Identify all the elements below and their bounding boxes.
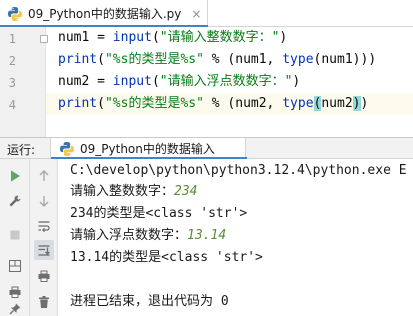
code-token: ( xyxy=(151,74,160,89)
code-token: % (num1, xyxy=(203,52,283,67)
code-token: type xyxy=(282,52,314,67)
code-token: num1 = xyxy=(58,30,113,45)
code-token: % (num2, xyxy=(203,96,283,111)
wrench-icon[interactable] xyxy=(6,192,24,210)
code-token: num2 xyxy=(321,96,353,111)
user-input-text: 234 xyxy=(174,184,198,199)
console-line-prompt: 请输入整数数字：234 xyxy=(70,182,198,202)
matched-brace: ) xyxy=(352,96,361,111)
code-token: print xyxy=(58,52,98,67)
console-line-interpreter-path: C:\develop\python\python3.12.4\python.ex… xyxy=(70,163,407,178)
code-line: num2 = input("请输入浮点数数字：") xyxy=(58,71,300,93)
trash-icon[interactable] xyxy=(35,293,53,311)
code-token: ) xyxy=(292,74,301,89)
run-tab-label: 09_Python中的数据输入 xyxy=(80,142,215,156)
code-token: ( xyxy=(97,96,105,111)
console-output[interactable]: C:\develop\python\python3.12.4\python.ex… xyxy=(58,159,413,316)
fold-marker-icon[interactable] xyxy=(40,35,48,43)
editor-tab-bar: 09_Python中的数据输入.py × xyxy=(0,0,413,28)
line-number: 4 xyxy=(8,98,16,112)
soft-wrap-icon[interactable] xyxy=(35,217,53,235)
prompt-text: 请输入整数数字： xyxy=(70,184,175,199)
console-line-output: 13.14的类型是<class 'str'> xyxy=(70,250,263,265)
python-file-icon xyxy=(7,6,23,22)
scroll-to-end-icon[interactable] xyxy=(34,240,54,260)
console-line-prompt: 请输入浮点数数字：13.14 xyxy=(70,226,226,246)
console-line-output: 234的类型是<class 'str'> xyxy=(70,206,248,221)
line-number: 3 xyxy=(8,76,16,90)
console-line-exit-status: 进程已结束，退出代码为 0 xyxy=(70,294,229,309)
code-token: ( xyxy=(97,52,105,67)
code-line: print("%s的类型是%s" % (num2, type(num2)) xyxy=(58,93,368,115)
editor-tab[interactable]: 09_Python中的数据输入.py × xyxy=(0,0,208,28)
code-editor[interactable]: 1 2 3 4 num1 = input("请输入整数数字：") print("… xyxy=(0,27,413,137)
pin-icon[interactable] xyxy=(6,300,24,316)
line-gutter: 1 2 3 4 xyxy=(0,27,48,137)
down-arrow-icon[interactable] xyxy=(35,192,53,210)
code-token: "%s的类型是%s" xyxy=(104,52,204,67)
run-icon[interactable] xyxy=(6,167,24,185)
run-toolbar-left xyxy=(0,159,30,316)
editor-tab-label: 09_Python中的数据输入.py xyxy=(28,7,182,21)
print-icon[interactable] xyxy=(35,267,53,285)
up-arrow-icon[interactable] xyxy=(35,167,53,185)
code-token: "%s的类型是%s" xyxy=(104,96,204,111)
code-token: print xyxy=(58,96,98,111)
code-token: input xyxy=(112,74,152,89)
code-token: type xyxy=(282,96,314,111)
code-token: ) xyxy=(360,96,369,111)
code-token: "请输入浮点数数字：" xyxy=(159,74,293,89)
run-toolbar-right xyxy=(30,159,58,316)
code-token: "请输入整数数字：" xyxy=(159,30,280,45)
run-config-tab[interactable]: 09_Python中的数据输入 xyxy=(50,138,247,159)
code-line: num1 = input("请输入整数数字：") xyxy=(58,27,287,49)
code-token: (num1))) xyxy=(313,52,377,67)
code-line: print("%s的类型是%s" % (num1, type(num1))) xyxy=(58,49,376,71)
run-window-header: 运行: 09_Python中的数据输入 xyxy=(0,137,413,159)
code-token: ) xyxy=(279,30,288,45)
user-input-text: 13.14 xyxy=(187,228,227,243)
code-token: num2 = xyxy=(58,74,113,89)
python-run-icon xyxy=(59,141,75,157)
print-icon[interactable] xyxy=(6,283,24,301)
code-token: ( xyxy=(151,30,160,45)
line-number: 1 xyxy=(8,32,16,46)
code-token: input xyxy=(112,30,152,45)
line-number: 2 xyxy=(8,54,16,68)
layout-icon[interactable] xyxy=(6,257,24,275)
stop-icon[interactable] xyxy=(6,226,24,244)
close-icon[interactable]: × xyxy=(191,7,201,21)
prompt-text: 请输入浮点数数字： xyxy=(70,228,188,243)
run-window-label: 运行: xyxy=(7,143,36,157)
